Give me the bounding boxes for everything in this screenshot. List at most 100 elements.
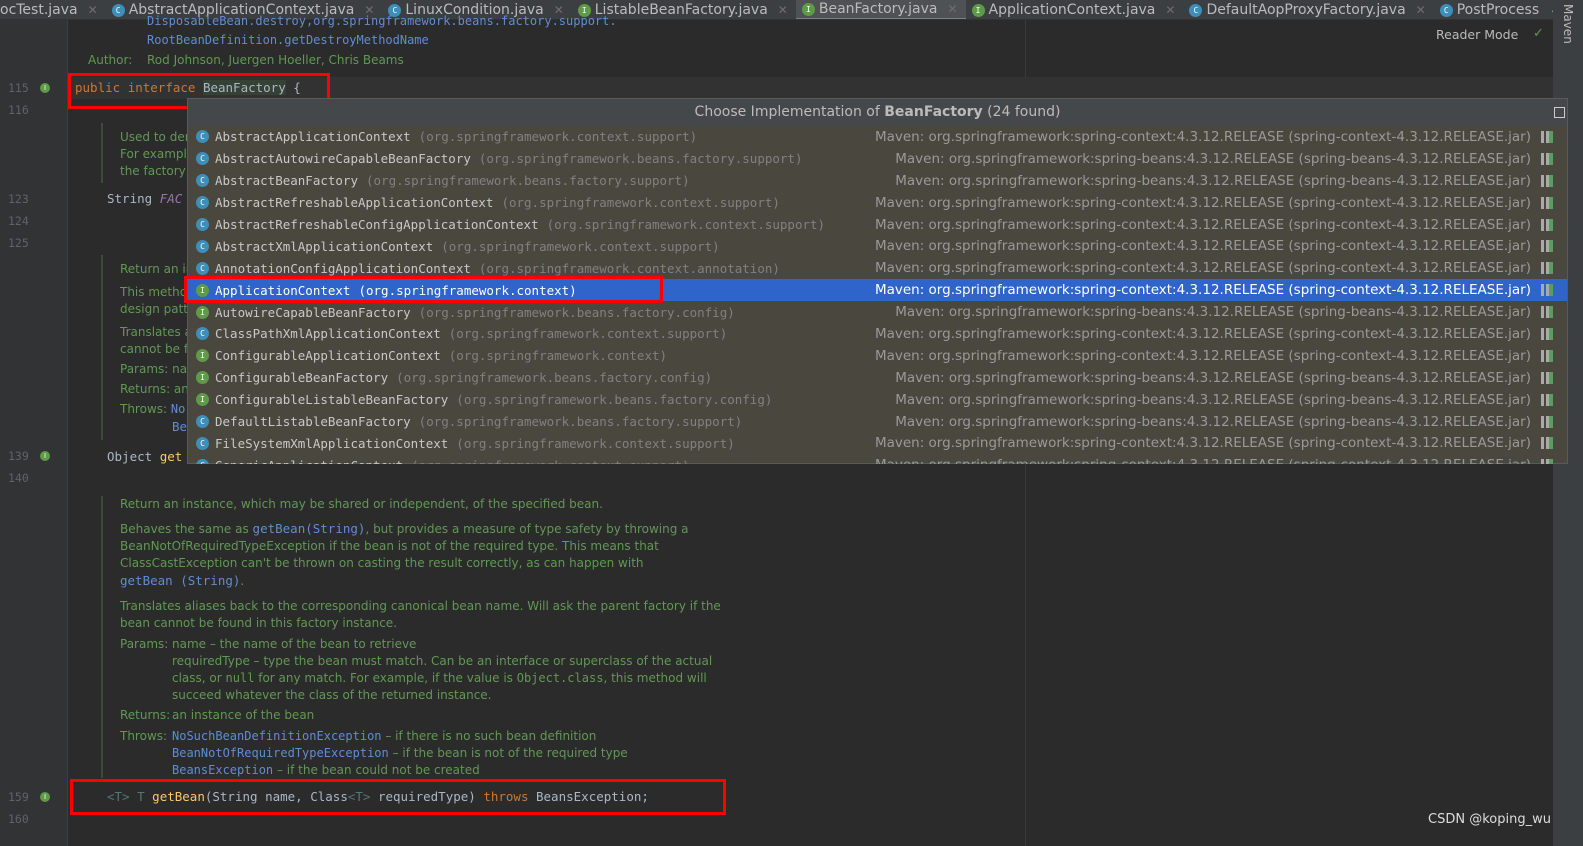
- doc-link[interactable]: DisposableBean.destroy,org.springframewo…: [147, 14, 617, 28]
- close-tab-icon[interactable]: ✕: [778, 3, 788, 17]
- library-icon: [1541, 152, 1553, 165]
- item-library: Maven: org.springframework:spring-beans:…: [895, 391, 1531, 408]
- class-icon: C: [196, 152, 209, 166]
- item-library: Maven: org.springframework:spring-contex…: [874, 435, 1531, 452]
- item-package: (org.springframework.beans.factory.confi…: [456, 392, 773, 408]
- maven-sidebar-button[interactable]: Maven: [1561, 4, 1575, 44]
- close-tab-icon[interactable]: ✕: [88, 3, 98, 17]
- implementation-item[interactable]: C AbstractAutowireCapableBeanFactory (org.…: [188, 148, 1567, 170]
- author-value: Rod Johnson, Juergen Hoeller, Chris Beam…: [147, 53, 404, 67]
- highlight-box-signature: [70, 779, 726, 815]
- implementation-item[interactable]: I ConfigurableBeanFactory (org.springframe…: [188, 367, 1567, 389]
- line-number: 123: [8, 192, 29, 206]
- library-icon: [1541, 196, 1553, 209]
- item-name: AbstractRefreshableApplicationContext: [215, 195, 494, 211]
- library-icon: [1541, 262, 1553, 275]
- item-library: Maven: org.springframework:spring-contex…: [874, 347, 1531, 364]
- library-icon: [1541, 327, 1553, 340]
- item-package: (org.springframework.context.support): [501, 195, 780, 211]
- item-name: ClassPathXmlApplicationContext: [215, 326, 441, 342]
- class-icon: C: [196, 327, 209, 341]
- reader-mode-button[interactable]: Reader Mode: [1436, 27, 1518, 42]
- implemented-by-icon[interactable]: I: [40, 792, 50, 802]
- implementation-item[interactable]: C FileSystemXmlApplicationContext (org.spr…: [188, 432, 1567, 454]
- class-icon: C: [1439, 3, 1453, 17]
- exception-link[interactable]: BeansException: [172, 763, 273, 777]
- line-number: 159: [8, 790, 29, 804]
- item-name: AbstractApplicationContext: [215, 129, 411, 145]
- tab-beanfactory-java[interactable]: I BeanFactory.java ✕: [795, 0, 966, 19]
- code-line-139: Object get: [107, 449, 183, 464]
- class-icon: C: [196, 458, 209, 464]
- item-library: Maven: org.springframework:spring-contex…: [874, 325, 1531, 342]
- item-package: (org.springframework.beans.factory.confi…: [396, 370, 713, 386]
- class-icon: C: [196, 261, 209, 275]
- doc-link[interactable]: getBean(String): [253, 521, 366, 536]
- item-name: DefaultListableBeanFactory: [215, 414, 411, 430]
- close-tab-icon[interactable]: ✕: [1416, 3, 1426, 17]
- item-package: (org.springframework.context): [448, 348, 668, 364]
- implementation-item[interactable]: C AbstractRefreshableConfigApplicationCon…: [188, 214, 1567, 236]
- implementation-item[interactable]: C DefaultListableBeanFactory (org.springfr…: [188, 411, 1567, 433]
- item-name: AbstractAutowireCapableBeanFactory: [215, 151, 471, 167]
- tab-label: DefaultAopProxyFactory.java: [1206, 2, 1406, 18]
- item-name: AbstractRefreshableConfigApplicationCont…: [215, 217, 539, 232]
- doc-link[interactable]: RootBeanDefinition.getDestroyMethodName: [147, 33, 429, 47]
- close-tab-icon[interactable]: ✕: [1165, 3, 1175, 17]
- tab-overflow-chevron-icon[interactable]: ⌄: [1543, 2, 1553, 18]
- close-tab-icon[interactable]: ✕: [947, 2, 957, 16]
- class-icon: C: [111, 3, 125, 17]
- tab-applicationcontext-java[interactable]: I ApplicationContext.java ✕: [966, 0, 1184, 19]
- implemented-by-icon[interactable]: I: [40, 451, 50, 461]
- implemented-by-icon[interactable]: I: [40, 83, 50, 93]
- item-name: FileSystemXmlApplicationContext: [215, 435, 449, 451]
- line-number: 115: [8, 81, 29, 95]
- class-icon: C: [196, 415, 209, 429]
- item-library: Maven: org.springframework:spring-beans:…: [895, 304, 1531, 321]
- library-icon: [1541, 349, 1553, 362]
- item-library: Maven: org.springframework:spring-beans:…: [895, 413, 1531, 430]
- tab-label: PostProcess: [1456, 2, 1540, 18]
- item-library: Maven: org.springframework:spring-beans:…: [895, 172, 1531, 189]
- item-library: Maven: org.springframework:spring-contex…: [874, 260, 1531, 277]
- item-package: (org.springframework.beans.factory.suppo…: [366, 173, 690, 189]
- implementation-item[interactable]: C AbstractBeanFactory (org.springframework…: [188, 170, 1567, 192]
- implementation-item[interactable]: C GenericApplicationContext (org.springfra…: [188, 454, 1567, 464]
- item-library: Maven: org.springframework:spring-contex…: [874, 194, 1531, 211]
- interface-icon: I: [801, 2, 815, 16]
- doc-link[interactable]: getBean (String): [120, 573, 240, 588]
- item-library: Maven: org.springframework:spring-contex…: [874, 238, 1531, 255]
- implementation-item[interactable]: I AutowireCapableBeanFactory (org.springfr…: [188, 301, 1567, 323]
- tab-defaultaopproxyfactory-java[interactable]: C DefaultAopProxyFactory.java ✕: [1183, 0, 1433, 19]
- library-icon: [1541, 437, 1553, 450]
- item-package: (org.springframework.beans.factory.suppo…: [418, 414, 743, 430]
- pin-popup-icon[interactable]: [1554, 107, 1565, 118]
- item-package: (org.springframework.beans.factory.confi…: [418, 304, 735, 320]
- implementation-item[interactable]: C AbstractRefreshableApplicationContext (o…: [188, 192, 1567, 214]
- tab-octest-java[interactable]: ocTest.java ✕: [0, 0, 106, 19]
- tab-postprocess[interactable]: CPostProcess⌄: [1434, 0, 1553, 19]
- exception-link[interactable]: NoSuchBeanDefinitionException: [172, 729, 382, 743]
- implementation-item[interactable]: I ConfigurableListableBeanFactory (org.spr…: [188, 389, 1567, 411]
- implementation-item[interactable]: C AbstractApplicationContext (org.springfr…: [188, 126, 1567, 148]
- library-icon: [1541, 306, 1553, 319]
- item-package: (org.springframework.context.support): [456, 435, 735, 451]
- popup-title: Choose Implementation of BeanFactory (24…: [188, 99, 1567, 126]
- class-icon: C: [196, 174, 209, 188]
- library-icon: [1541, 218, 1553, 231]
- class-icon: C: [196, 130, 209, 144]
- implementation-item[interactable]: C AbstractXmlApplicationContext (org.sprin…: [188, 235, 1567, 257]
- doc-fragment: Used to der For exampl the factory,: [120, 130, 190, 178]
- item-package: (org.springframework.context.support): [418, 129, 698, 145]
- item-library: Maven: org.springframework:spring-beans:…: [895, 150, 1531, 167]
- exception-link[interactable]: BeanNotOfRequiredTypeException: [172, 746, 389, 760]
- tab-label: ApplicationContext.java: [988, 2, 1156, 18]
- implementation-item[interactable]: C ClassPathXmlApplicationContext (org.spri…: [188, 323, 1567, 345]
- implementation-item[interactable]: I ConfigurableApplicationContext (org.spri…: [188, 345, 1567, 367]
- item-package: (org.springframework.context.support): [546, 217, 826, 232]
- item-library: Maven: org.springframework:spring-contex…: [874, 128, 1531, 145]
- throws-entry: BeansException – if the bean could not b…: [172, 763, 480, 777]
- line-number: 116: [8, 103, 29, 117]
- class-icon: C: [196, 436, 209, 450]
- interface-icon: I: [196, 349, 209, 363]
